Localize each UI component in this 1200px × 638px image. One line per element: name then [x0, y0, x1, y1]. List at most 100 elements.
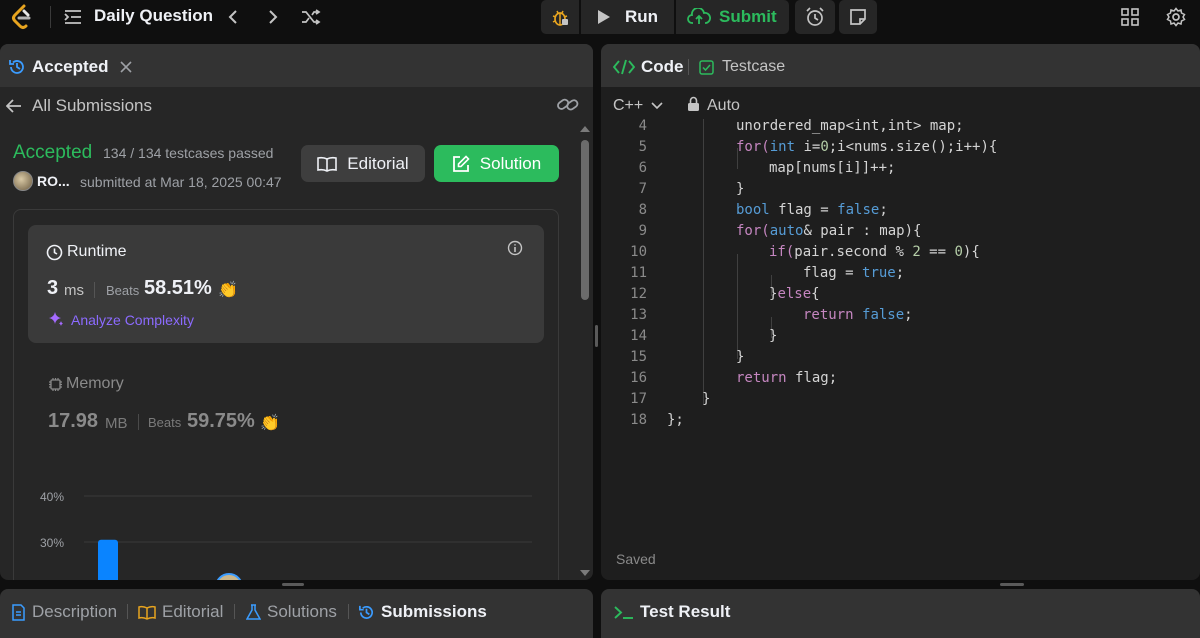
vertical-resize-handle[interactable]	[595, 325, 598, 347]
status-accepted: Accepted	[13, 142, 93, 163]
history-icon	[9, 60, 24, 74]
code-token: return	[736, 370, 787, 386]
document-icon	[12, 603, 25, 621]
code-line: 13 return false;	[601, 305, 1191, 326]
code-token: false	[837, 202, 880, 218]
tab-editorial[interactable]: Editorial	[138, 601, 223, 623]
memory-title: Memory	[66, 375, 124, 392]
prev-question-icon[interactable]	[220, 4, 246, 30]
code-token: ==	[920, 244, 955, 260]
code-token: 0	[820, 139, 829, 155]
leetcode-logo-icon[interactable]	[8, 3, 36, 31]
analyze-complexity-link[interactable]: Analyze Complexity	[71, 312, 194, 328]
settings-gear-icon[interactable]	[1163, 4, 1189, 30]
stats-container: Runtime 3 ms Beats 58.51% 👏 Analyze Comp…	[13, 209, 559, 580]
clapping-hands-icon: 👏	[218, 282, 238, 299]
tab-editorial-label: Editorial	[162, 602, 224, 621]
divider	[348, 604, 349, 619]
testcase-tab[interactable]: Testcase	[699, 56, 785, 78]
horizontal-resize-handle[interactable]	[1000, 583, 1024, 586]
share-link-icon[interactable]	[556, 94, 580, 116]
scroll-up-arrow-icon[interactable]	[580, 126, 590, 132]
scrollbar-track[interactable]	[578, 124, 592, 580]
runtime-beats-value: 58.51%	[144, 277, 212, 299]
runtime-card[interactable]: Runtime 3 ms Beats 58.51% 👏 Analyze Comp…	[28, 225, 544, 343]
chart-bar[interactable]	[98, 539, 118, 580]
history-icon	[359, 605, 373, 619]
chevron-down-icon	[651, 102, 663, 110]
code-editor[interactable]: 4 unordered_map<int,int> map; 5 for(int i=…	[601, 119, 1200, 539]
code-line: 4 unordered_map<int,int> map;	[601, 119, 1191, 137]
code-line: 9 for(auto& pair : map){	[601, 221, 1191, 242]
tab-description[interactable]: Description	[11, 601, 117, 623]
problem-list-title[interactable]: Daily Question	[94, 6, 213, 26]
code-line: 7}	[601, 179, 1191, 200]
layout-grid-icon[interactable]	[1117, 4, 1143, 30]
code-text: }	[702, 391, 711, 407]
avatar[interactable]	[13, 171, 33, 191]
submit-button[interactable]: Submit	[676, 0, 789, 34]
test-result-label: Test Result	[640, 602, 731, 621]
code-token: pair.second %	[794, 244, 913, 260]
solution-button[interactable]: Solution	[434, 145, 559, 182]
sparkle-icon	[49, 312, 63, 326]
notes-button[interactable]	[839, 0, 877, 34]
memory-unit: MB	[105, 415, 128, 432]
timer-button[interactable]	[795, 0, 835, 34]
code-text: }	[769, 328, 778, 344]
memory-chip-icon	[49, 378, 62, 391]
auto-format-label[interactable]: Auto	[707, 97, 740, 115]
code-tab-label: Code	[641, 57, 684, 76]
scrollbar-thumb[interactable]	[581, 140, 589, 300]
code-line: 12}else{	[601, 284, 1191, 305]
code-token: ){	[962, 244, 980, 260]
debug-button[interactable]	[541, 0, 579, 34]
line-number: 6	[638, 160, 647, 176]
info-icon[interactable]	[507, 240, 523, 256]
code-token: & pair : map){	[803, 223, 922, 239]
code-line: 17}	[601, 389, 1191, 410]
testcase-tab-label: Testcase	[722, 58, 786, 75]
code-line: 18};	[601, 410, 1191, 431]
run-button[interactable]: Run	[581, 0, 674, 34]
code-token: {	[811, 286, 820, 302]
solution-button-label: Solution	[479, 153, 542, 173]
code-token: else	[777, 286, 812, 302]
problem-list-icon[interactable]	[60, 4, 86, 30]
next-question-icon[interactable]	[260, 4, 286, 30]
tab-test-result[interactable]: Test Result	[614, 601, 730, 623]
scroll-down-arrow-icon[interactable]	[580, 570, 590, 576]
chart-tick-label: 30%	[40, 536, 64, 550]
lock-icon	[687, 96, 700, 112]
line-number: 5	[638, 139, 647, 155]
code-line: 16 return flag;	[601, 368, 1191, 389]
editorial-button[interactable]: Editorial	[301, 145, 425, 182]
line-number: 15	[630, 349, 647, 365]
close-icon[interactable]	[119, 60, 133, 74]
book-open-icon	[317, 156, 338, 172]
code-token: for(	[736, 223, 770, 239]
checkbox-icon	[699, 59, 714, 75]
code-brackets-icon	[613, 59, 635, 75]
line-number: 16	[630, 370, 647, 386]
clapping-hands-icon: 👏	[260, 415, 280, 432]
runtime-value: 3	[47, 277, 59, 299]
line-number: 9	[638, 223, 647, 239]
editorial-button-label: Editorial	[347, 153, 409, 173]
username[interactable]: RO...	[37, 173, 70, 189]
divider	[127, 604, 128, 619]
tab-solutions[interactable]: Solutions	[246, 601, 337, 623]
tab-submissions[interactable]: Submissions	[358, 601, 487, 623]
note-icon	[850, 9, 866, 25]
user-avatar-marker[interactable]	[216, 573, 242, 580]
shuffle-icon[interactable]	[298, 4, 324, 30]
code-token: for(	[736, 139, 770, 155]
back-to-all-submissions[interactable]: All Submissions	[6, 95, 152, 117]
language-select[interactable]: C++	[613, 95, 663, 117]
tab-submissions-label: Submissions	[381, 602, 487, 621]
saved-status: Saved	[616, 551, 656, 567]
flask-icon	[246, 603, 261, 620]
accepted-tab[interactable]: Accepted	[8, 56, 133, 78]
horizontal-resize-handle[interactable]	[282, 583, 304, 586]
code-tab[interactable]: Code	[613, 56, 684, 78]
